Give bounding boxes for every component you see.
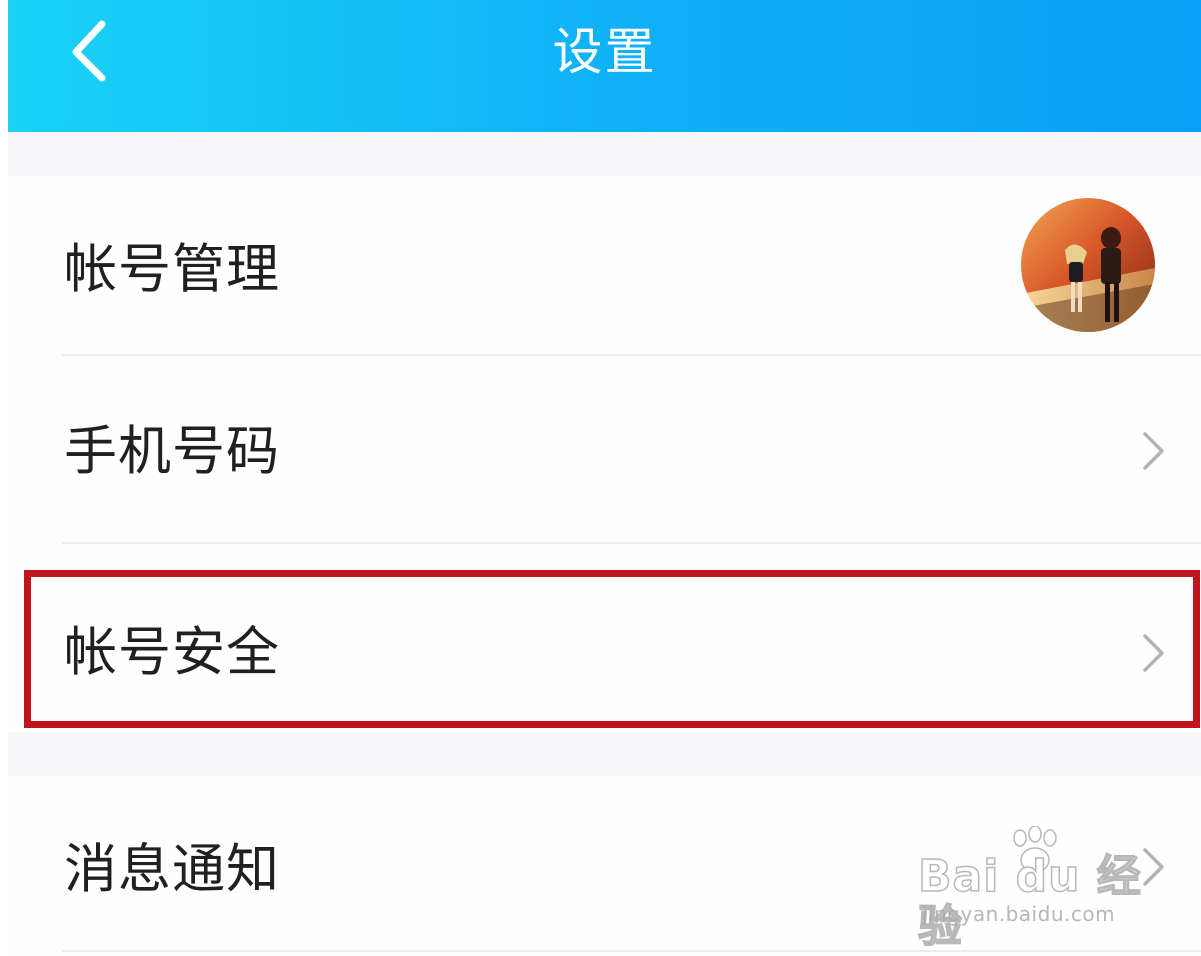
- title-bar: 设置: [8, 0, 1201, 132]
- chevron-right-icon: [1143, 432, 1164, 470]
- divider: [62, 950, 1201, 952]
- left-edge-strip: [0, 0, 8, 956]
- chevron-right-icon: [1143, 848, 1164, 886]
- account-security-label: 帐号安全: [64, 622, 280, 683]
- chevron-right-icon: [1143, 634, 1164, 672]
- message-notification-label: 消息通知: [64, 839, 280, 900]
- account-security-row[interactable]: 帐号安全: [8, 544, 1201, 732]
- settings-content: 帐号管理 手机号码 帐号安全 消息通知: [8, 132, 1201, 956]
- phone-number-row[interactable]: 手机号码: [8, 356, 1201, 544]
- page-title: 设置: [552, 23, 657, 81]
- avatar: [1021, 198, 1155, 332]
- settings-group-notifications: 消息通知: [8, 776, 1201, 956]
- account-management-label: 帐号管理: [64, 239, 280, 300]
- message-notification-row[interactable]: 消息通知: [8, 776, 1201, 956]
- account-management-row[interactable]: 帐号管理: [8, 176, 1201, 356]
- phone-number-label: 手机号码: [64, 421, 280, 482]
- settings-group-account: 帐号管理 手机号码 帐号安全: [8, 176, 1201, 732]
